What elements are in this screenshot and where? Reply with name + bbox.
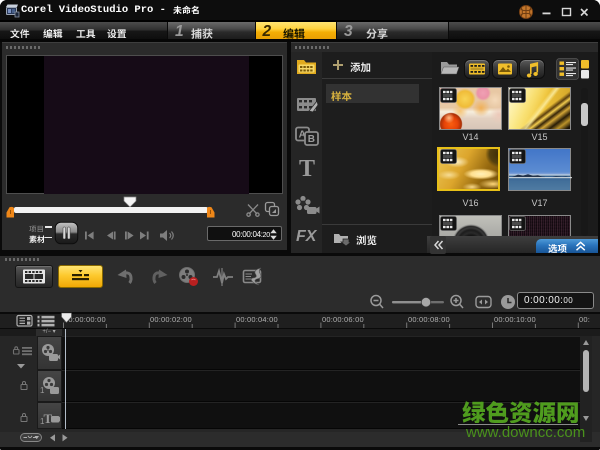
svg-text:1: 1 (40, 386, 45, 395)
svg-text:B: B (308, 134, 315, 145)
